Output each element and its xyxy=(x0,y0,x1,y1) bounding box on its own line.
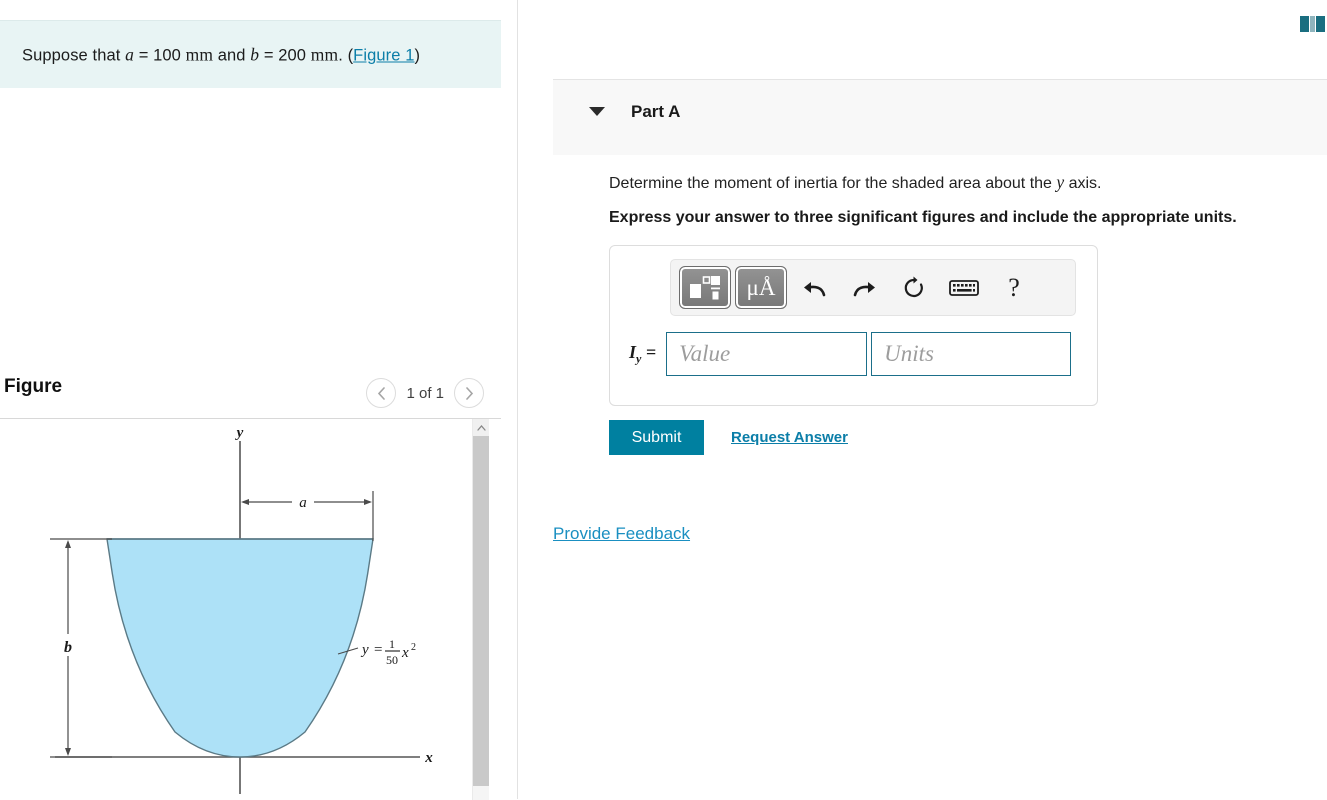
part-a-title: Part A xyxy=(631,102,681,121)
help-button-label: ? xyxy=(1008,272,1020,302)
curve-equation-numerator: 1 xyxy=(389,637,395,651)
question-text-main: Determine the moment of inertia for the … xyxy=(609,175,1057,192)
left-panel: Suppose that a = 100 mm and b = 200 mm. … xyxy=(0,0,517,800)
close-paren: ) xyxy=(414,46,421,64)
x-axis-label: x xyxy=(424,750,433,766)
reset-circular-arrow-icon[interactable] xyxy=(891,266,937,309)
dim-b-label: b xyxy=(64,639,72,656)
answer-variable-label: Iy = xyxy=(629,342,656,367)
scroll-up-button[interactable] xyxy=(473,419,489,436)
provide-feedback-link[interactable]: Provide Feedback xyxy=(553,524,690,544)
chevron-left-icon xyxy=(377,386,385,400)
chevron-right-icon xyxy=(465,386,473,400)
variable-a: a xyxy=(125,44,134,64)
problem-statement-text: Suppose that a = 100 mm and b = 200 mm. … xyxy=(22,44,420,65)
dim-a-label: a xyxy=(299,495,307,511)
value-b: = 200 xyxy=(263,46,307,64)
undo-arrow-icon[interactable] xyxy=(791,266,837,309)
undo-arrow-icon-glyph xyxy=(803,281,825,296)
units-micro-angstrom-icon[interactable]: μÅ xyxy=(735,266,787,309)
unit-a: mm xyxy=(185,44,214,64)
curve-equation-y: y xyxy=(360,642,369,658)
keyboard-icon-glyph xyxy=(949,279,979,296)
curve-equation-exponent: 2 xyxy=(411,642,416,653)
figure-1-link[interactable]: Figure 1 xyxy=(353,46,414,64)
shaded-parabolic-area xyxy=(106,538,374,758)
curve-equation-equals: = xyxy=(374,642,382,658)
problem-prefix: Suppose that xyxy=(22,46,121,64)
question-text-tail: axis. xyxy=(1064,175,1102,192)
reset-circular-arrow-icon-glyph xyxy=(904,276,923,297)
answer-entry-box: μÅ ? Iy = Value Units xyxy=(609,245,1098,406)
dim-b-arrow-top xyxy=(65,540,71,548)
figure-title: Figure xyxy=(4,376,63,397)
variable-b: b xyxy=(250,44,260,64)
math-template-icon[interactable] xyxy=(679,266,731,309)
figure-page-indicator: 1 of 1 xyxy=(406,384,444,402)
answer-label-equals: = xyxy=(641,341,657,362)
conjunction: and xyxy=(217,46,246,64)
problem-statement-box: Suppose that a = 100 mm and b = 200 mm. … xyxy=(0,20,501,88)
keyboard-icon[interactable] xyxy=(941,266,987,309)
period-open-paren: . ( xyxy=(338,46,354,64)
y-axis-label: y xyxy=(235,425,244,441)
caret-down-icon[interactable] xyxy=(589,107,605,116)
figure-header: Figure 1 of 1 xyxy=(0,372,501,417)
parabola-area-diagram: a b y x y = 1 50 x 2 xyxy=(50,425,433,794)
redo-arrow-icon[interactable] xyxy=(841,266,887,309)
unit-b: mm xyxy=(310,44,339,64)
question-axis-variable: y xyxy=(1056,172,1065,192)
request-answer-link[interactable]: Request Answer xyxy=(731,429,848,446)
help-question-icon[interactable]: ? xyxy=(991,266,1037,309)
book-teal-icon-glyph xyxy=(1300,16,1325,32)
units-button-label: μÅ xyxy=(746,275,776,300)
figure-diagram-container: a b y x y = 1 50 x 2 xyxy=(0,419,479,799)
dim-a-arrow-left xyxy=(241,499,249,505)
figure-panel: a b y x y = 1 50 x 2 xyxy=(0,418,501,800)
math-template-icon-glyph xyxy=(690,275,720,299)
submit-button[interactable]: Submit xyxy=(609,420,704,455)
answer-label-symbol: I xyxy=(629,341,637,362)
curve-equation-denominator: 50 xyxy=(386,653,398,667)
redo-arrow-icon-glyph xyxy=(853,281,875,296)
right-panel: Part A Determine the moment of inertia f… xyxy=(518,0,1327,799)
figure-next-button[interactable] xyxy=(454,378,484,408)
instruction-text: Express your answer to three significant… xyxy=(609,209,1237,226)
answer-toolbar: μÅ ? xyxy=(670,259,1076,316)
answer-units-input[interactable] xyxy=(871,332,1072,376)
caret-up-icon xyxy=(476,424,486,431)
curve-equation-x: x xyxy=(401,645,409,661)
part-a-header[interactable]: Part A xyxy=(553,79,1327,155)
question-text: Determine the moment of inertia for the … xyxy=(609,172,1102,193)
answer-value-input[interactable] xyxy=(666,332,868,376)
figure-prev-button[interactable] xyxy=(366,378,397,408)
scrollbar-thumb[interactable] xyxy=(473,436,489,786)
figure-pager: 1 of 1 xyxy=(366,372,484,414)
figure-scrollbar[interactable] xyxy=(472,419,489,800)
answer-input-row: Iy = xyxy=(629,332,1072,376)
value-a: = 100 xyxy=(138,46,181,64)
dim-b-arrow-bottom xyxy=(65,748,71,756)
book-teal-icon[interactable] xyxy=(1300,14,1326,34)
dim-a-arrow-right xyxy=(364,499,372,505)
